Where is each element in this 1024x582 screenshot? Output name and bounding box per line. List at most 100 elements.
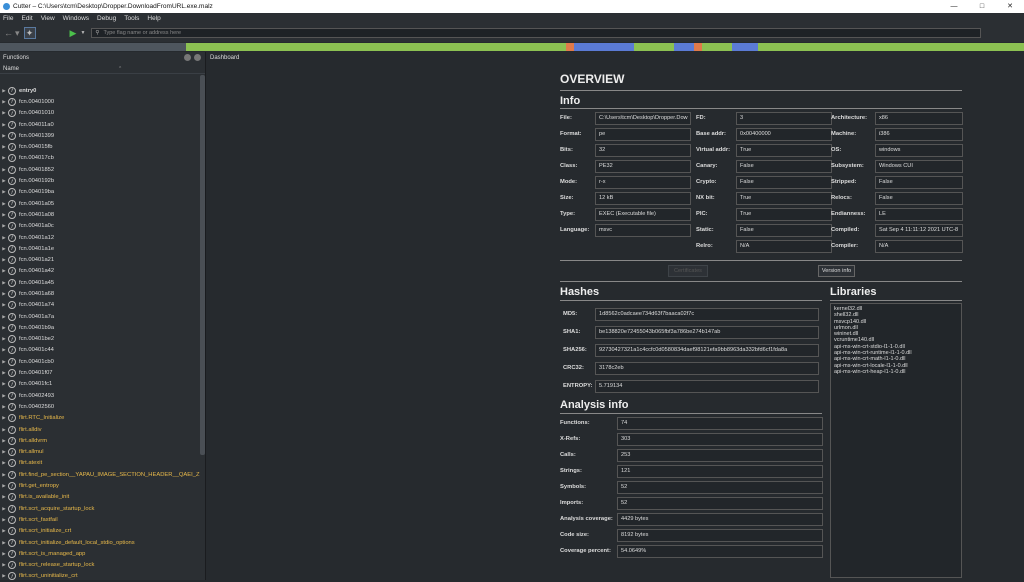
function-row[interactable]: ▶ f flirt.allmul — [0, 447, 200, 458]
function-row[interactable]: ▶ f fcn.00401f07 — [0, 367, 200, 378]
analysis-value-field[interactable]: 74 — [617, 417, 823, 430]
expand-arrow-icon[interactable]: ▶ — [0, 404, 8, 410]
tab-dashboard[interactable]: Dashboard — [207, 52, 1024, 65]
float-panel-icon[interactable] — [184, 54, 191, 61]
analysis-value-field[interactable]: 8192 bytes — [617, 529, 823, 542]
function-row[interactable]: ▶ f fcn.004019ba — [0, 187, 200, 198]
expand-arrow-icon[interactable]: ▶ — [0, 314, 8, 320]
function-row[interactable]: ▶ f flirt.scrt_is_managed_app — [0, 548, 200, 559]
function-row[interactable]: ▶ f fcn.00401a08 — [0, 209, 200, 220]
expand-arrow-icon[interactable]: ▶ — [0, 336, 8, 342]
function-row[interactable]: ▶ f flirt.find_pe_section__YAPAU_IMAGE_SEC… — [0, 469, 200, 480]
menu-windows[interactable]: Windows — [63, 15, 89, 22]
function-row[interactable]: ▶ f flirt.scrt_initialize_default_local_st… — [0, 537, 200, 548]
info-value-field[interactable]: msvc — [595, 224, 691, 237]
function-row[interactable]: ▶ f entry0 — [0, 85, 200, 96]
function-row[interactable]: ▶ f fcn.00402493 — [0, 390, 200, 401]
expand-arrow-icon[interactable]: ▶ — [0, 291, 8, 297]
function-row[interactable]: ▶ f fcn.00401a7a — [0, 311, 200, 322]
library-item[interactable]: api-ms-win-crt-heap-l1-1-0.dll — [834, 369, 958, 375]
expand-arrow-icon[interactable]: ▶ — [0, 268, 8, 274]
select-tool-icon[interactable]: ✦ — [23, 27, 36, 39]
close-panel-icon[interactable] — [194, 54, 201, 61]
function-row[interactable]: ▶ f fcn.00401010 — [0, 108, 200, 119]
info-value-field[interactable]: Windows CUI — [875, 160, 963, 173]
expand-arrow-icon[interactable]: ▶ — [0, 551, 8, 557]
expand-arrow-icon[interactable]: ▶ — [0, 155, 8, 161]
expand-arrow-icon[interactable]: ▶ — [0, 494, 8, 500]
function-row[interactable]: ▶ f flirt.scrt_uninitialize_crt — [0, 571, 200, 582]
function-row[interactable]: ▶ f fcn.00401000 — [0, 96, 200, 107]
info-value-field[interactable]: 0x00400000 — [736, 128, 832, 141]
expand-arrow-icon[interactable]: ▶ — [0, 122, 8, 128]
menu-debug[interactable]: Debug — [97, 15, 116, 22]
expand-arrow-icon[interactable]: ▶ — [0, 562, 8, 568]
expand-arrow-icon[interactable]: ▶ — [0, 178, 8, 184]
analysis-value-field[interactable]: 52 — [617, 481, 823, 494]
play-icon[interactable]: ▶ — [70, 28, 77, 39]
expand-arrow-icon[interactable]: ▶ — [0, 189, 8, 195]
menu-view[interactable]: View — [41, 15, 55, 22]
analysis-value-field[interactable]: 253 — [617, 449, 823, 462]
chevron-down-icon[interactable]: ▼ — [80, 30, 85, 36]
close-icon[interactable]: ✕ — [996, 0, 1024, 13]
function-row[interactable]: ▶ f fcn.00401c44 — [0, 345, 200, 356]
hash-value-field[interactable]: 1d8562c0adcaee734d63f7baaca02f7c — [595, 308, 819, 321]
analysis-value-field[interactable]: 4429 bytes — [617, 513, 823, 526]
function-row[interactable]: ▶ f fcn.00401399 — [0, 130, 200, 141]
expand-arrow-icon[interactable]: ▶ — [0, 528, 8, 534]
info-value-field[interactable]: True — [736, 144, 832, 157]
function-row[interactable]: ▶ f fcn.00401a0c — [0, 221, 200, 232]
menu-help[interactable]: Help — [147, 15, 160, 22]
function-row[interactable]: ▶ f flirt.alldiv — [0, 424, 200, 435]
function-row[interactable]: ▶ f flirt.scrt_fastfail — [0, 514, 200, 525]
function-row[interactable]: ▶ f fcn.00401a21 — [0, 254, 200, 265]
expand-arrow-icon[interactable]: ▶ — [0, 540, 8, 546]
minimize-icon[interactable]: — — [940, 0, 968, 13]
expand-arrow-icon[interactable]: ▶ — [0, 133, 8, 139]
expand-arrow-icon[interactable]: ▶ — [0, 235, 8, 241]
flag-address-input[interactable]: ⚲ Type flag name or address here — [91, 28, 982, 38]
function-row[interactable]: ▶ f fcn.004017cb — [0, 153, 200, 164]
info-value-field[interactable]: pe — [595, 128, 691, 141]
info-value-field[interactable]: False — [875, 176, 963, 189]
version-info-button[interactable]: Version info — [818, 265, 855, 277]
expand-arrow-icon[interactable]: ▶ — [0, 415, 8, 421]
hash-value-field[interactable]: 5.719134 — [595, 380, 819, 393]
function-row[interactable]: ▶ f fcn.00401a68 — [0, 288, 200, 299]
function-row[interactable]: ▶ f flirt.RTC_Initialize — [0, 413, 200, 424]
info-value-field[interactable]: EXEC (Executable file) — [595, 208, 691, 221]
expand-arrow-icon[interactable]: ▶ — [0, 88, 8, 94]
function-row[interactable]: ▶ f fcn.00401be2 — [0, 334, 200, 345]
menu-file[interactable]: File — [3, 15, 13, 22]
function-row[interactable]: ▶ f fcn.00401a74 — [0, 300, 200, 311]
info-value-field[interactable]: r-x — [595, 176, 691, 189]
analysis-value-field[interactable]: 303 — [617, 433, 823, 446]
function-row[interactable]: ▶ f fcn.00401852 — [0, 164, 200, 175]
expand-arrow-icon[interactable]: ▶ — [0, 110, 8, 116]
function-row[interactable]: ▶ f fcn.004015fb — [0, 141, 200, 152]
function-row[interactable]: ▶ f fcn.00401b9a — [0, 322, 200, 333]
function-row[interactable]: ▶ f fcn.00401a45 — [0, 277, 200, 288]
function-row[interactable]: ▶ f fcn.00401a12 — [0, 232, 200, 243]
function-row[interactable]: ▶ f fcn.0040192b — [0, 175, 200, 186]
function-row[interactable]: ▶ f fcn.00402560 — [0, 401, 200, 412]
function-row[interactable]: ▶ f fcn.00401cb0 — [0, 356, 200, 367]
menu-edit[interactable]: Edit — [21, 15, 32, 22]
function-row[interactable]: ▶ f flirt.alldvrm — [0, 435, 200, 446]
function-row[interactable]: ▶ f fcn.004011a0 — [0, 119, 200, 130]
expand-arrow-icon[interactable]: ▶ — [0, 212, 8, 218]
info-value-field[interactable]: Sat Sep 4 11:11:12 2021 UTC-8 — [875, 224, 963, 237]
expand-arrow-icon[interactable]: ▶ — [0, 144, 8, 150]
expand-arrow-icon[interactable]: ▶ — [0, 370, 8, 376]
expand-arrow-icon[interactable]: ▶ — [0, 483, 8, 489]
functions-scrollbar[interactable] — [200, 75, 205, 455]
libraries-list[interactable]: kernel32.dll shell32.dll msvcp140.dll urlmo… — [830, 303, 962, 578]
expand-arrow-icon[interactable]: ▶ — [0, 302, 8, 308]
info-value-field[interactable]: windows — [875, 144, 963, 157]
info-value-field[interactable]: x86 — [875, 112, 963, 125]
info-value-field[interactable]: False — [736, 160, 832, 173]
info-value-field[interactable]: PE32 — [595, 160, 691, 173]
expand-arrow-icon[interactable]: ▶ — [0, 99, 8, 105]
expand-arrow-icon[interactable]: ▶ — [0, 573, 8, 579]
